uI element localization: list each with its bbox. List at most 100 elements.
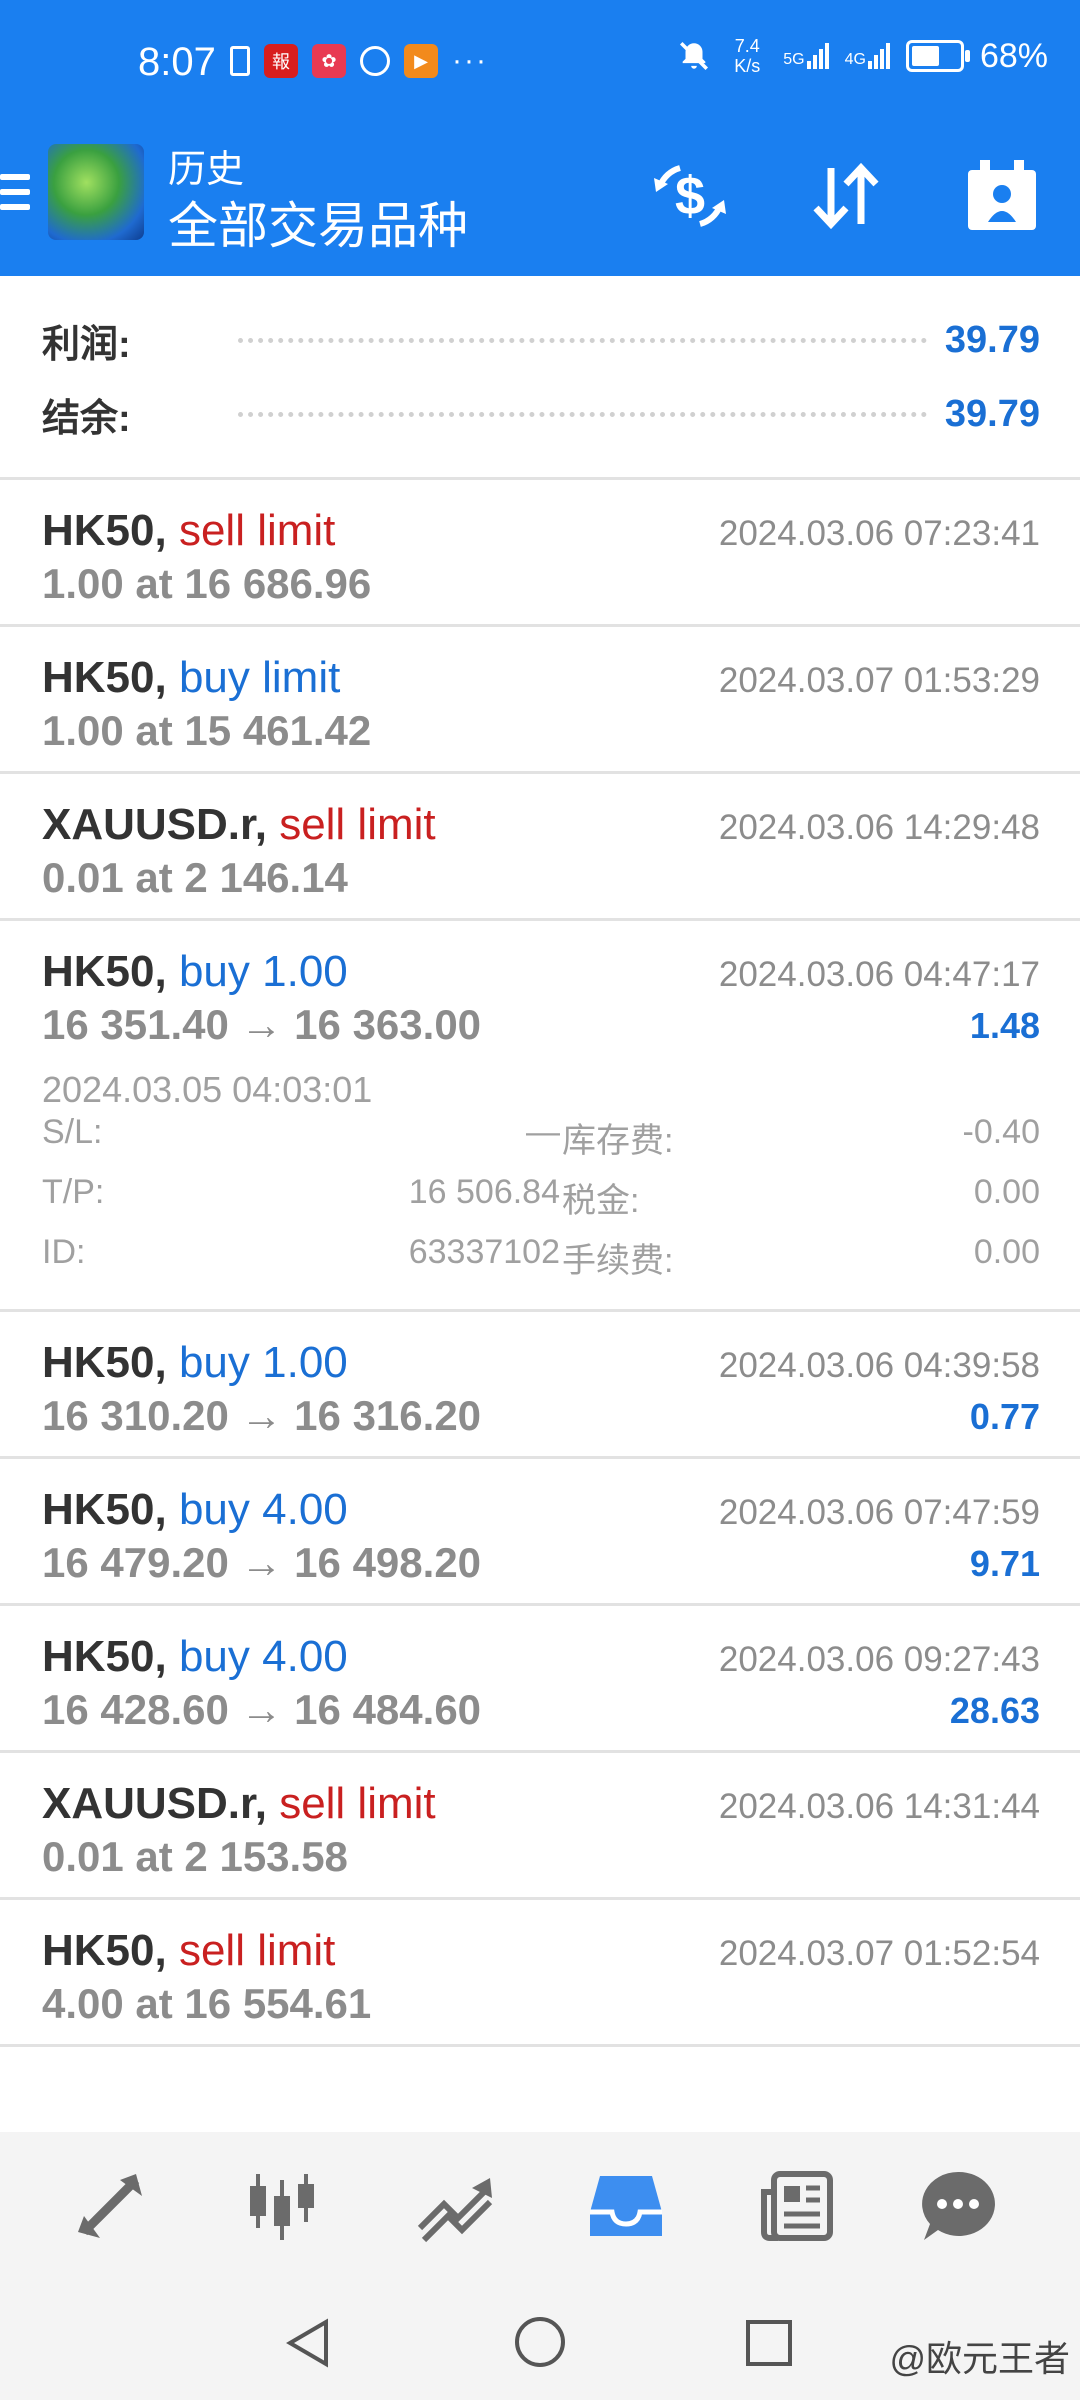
- order-title: HK50, buy 1.00: [42, 1338, 348, 1388]
- order-time: 2024.03.07 01:53:29: [718, 661, 1040, 700]
- order-type: buy 4.00: [178, 1632, 348, 1681]
- symbol: HK50,: [42, 1926, 167, 1975]
- home-icon[interactable]: [512, 2314, 568, 2370]
- bottom-navigation: [0, 2132, 1080, 2280]
- order-time: 2024.03.06 14:31:44: [718, 1787, 1040, 1826]
- watermark: @欧元王者: [889, 2338, 1070, 2379]
- symbol: HK50,: [42, 653, 167, 702]
- tax-label: 税金:: [562, 1182, 640, 1220]
- history-row[interactable]: HK50, buy 1.00 16 351.40 → 16 363.00 2024.…: [0, 921, 1080, 1312]
- history-row[interactable]: HK50, sell limit 4.00 at 16 554.61 2024.03…: [0, 1900, 1080, 2047]
- profit-row: 利润: 39.79: [42, 310, 1040, 370]
- order-detail: 1.00 at 15 461.42: [42, 707, 372, 754]
- swap-value: -0.40: [962, 1113, 1041, 1151]
- order-title: HK50, buy 1.00: [42, 947, 348, 997]
- history-icon[interactable]: [586, 2166, 666, 2246]
- symbol: HK50,: [42, 947, 167, 996]
- sort-icon[interactable]: [806, 156, 886, 236]
- header-area: 8:07 報 ✿ ▶ ··· 7.4 K/s 5G 4G 68% 历史 全部交易…: [0, 0, 1080, 276]
- trade-icon[interactable]: [414, 2166, 494, 2246]
- status-time: 8:07: [138, 40, 216, 84]
- signal-4g-icon: 4G: [845, 43, 890, 69]
- order-type: sell limit: [178, 1926, 336, 1975]
- symbol: HK50,: [42, 1338, 167, 1387]
- order-time: 2024.03.06 09:27:43: [718, 1640, 1040, 1679]
- quotes-icon[interactable]: [70, 2166, 150, 2246]
- order-title: HK50, buy 4.00: [42, 1632, 348, 1682]
- order-time: 2024.03.07 01:52:54: [718, 1934, 1040, 1973]
- sl-label: S/L:: [42, 1113, 103, 1151]
- history-row[interactable]: HK50, buy 1.00 16 310.20 → 16 316.20 2024.…: [0, 1312, 1080, 1459]
- open-time: 2024.03.05 04:03:01: [42, 1069, 373, 1110]
- history-row[interactable]: HK50, buy 4.00 16 428.60 → 16 484.60 2024.…: [0, 1606, 1080, 1753]
- order-type: buy limit: [178, 653, 341, 702]
- chat-icon[interactable]: [918, 2166, 998, 2246]
- app-icon: ✿: [312, 44, 346, 78]
- balance-label: 结余:: [42, 397, 131, 440]
- sim-icon: [230, 46, 250, 76]
- symbol: HK50,: [42, 506, 167, 555]
- history-row[interactable]: XAUUSD.r, sell limit 0.01 at 2 146.14 2024…: [0, 774, 1080, 921]
- dotted-leader: [238, 411, 927, 417]
- commission-value: 0.00: [973, 1233, 1040, 1271]
- symbol: XAUUSD.r,: [42, 800, 267, 849]
- more-notifications: ···: [452, 44, 488, 77]
- order-time: 2024.03.06 04:47:17: [718, 955, 1040, 994]
- profit-label: 利润:: [42, 323, 131, 366]
- page-title: 历史: [168, 149, 245, 191]
- back-icon[interactable]: [282, 2316, 336, 2370]
- history-row[interactable]: HK50, sell limit 1.00 at 16 686.96 2024.03…: [0, 480, 1080, 627]
- order-type: buy 4.00: [178, 1485, 348, 1534]
- battery-percent: 68%: [979, 36, 1048, 75]
- order-title: XAUUSD.r, sell limit: [42, 800, 436, 850]
- calendar-period-icon[interactable]: [962, 156, 1042, 236]
- id-label: ID:: [42, 1233, 86, 1271]
- order-type: buy 1.00: [178, 1338, 348, 1387]
- news-app-icon: 報: [264, 44, 298, 78]
- order-time: 2024.03.06 04:39:58: [718, 1346, 1040, 1385]
- order-title: XAUUSD.r, sell limit: [42, 1779, 436, 1829]
- notification-icons: 報 ✿ ▶ ···: [230, 44, 488, 78]
- summary-panel: 利润: 39.79 结余: 39.79: [0, 276, 1080, 478]
- tax-value: 0.00: [973, 1173, 1040, 1211]
- order-type: sell limit: [178, 506, 336, 555]
- recents-icon[interactable]: [744, 2318, 794, 2368]
- history-row[interactable]: XAUUSD.r, sell limit 0.01 at 2 153.58 2024…: [0, 1753, 1080, 1900]
- order-detail: 0.01 at 2 146.14: [42, 854, 348, 901]
- location-icon: [360, 46, 390, 76]
- news-icon[interactable]: [758, 2166, 838, 2246]
- chart-icon[interactable]: [242, 2166, 322, 2246]
- order-time: 2024.03.06 07:23:41: [718, 514, 1040, 553]
- order-time: 2024.03.06 14:29:48: [718, 808, 1040, 847]
- order-profit: 1.48: [969, 1005, 1040, 1046]
- symbol: XAUUSD.r,: [42, 1779, 267, 1828]
- tp-value: 16 506.84: [408, 1173, 560, 1211]
- status-bar: 8:07 報 ✿ ▶ ··· 7.4 K/s 5G 4G 68%: [0, 0, 1080, 130]
- app-bar: 历史 全部交易品种 $: [0, 130, 1080, 276]
- symbol: HK50,: [42, 1632, 167, 1681]
- battery-icon: [905, 40, 970, 72]
- network-speed: 7.4 K/s: [734, 36, 761, 76]
- order-detail: 16 428.60 → 16 484.60: [42, 1686, 482, 1733]
- order-detail: 16 479.20 → 16 498.20: [42, 1539, 482, 1586]
- order-type: buy 1.00: [178, 947, 348, 996]
- history-row[interactable]: HK50, buy limit 1.00 at 15 461.42 2024.03.…: [0, 627, 1080, 774]
- deposit-currency-icon[interactable]: $: [650, 156, 730, 236]
- system-navigation: @欧元王者: [0, 2280, 1080, 2400]
- metatrader-logo: [48, 144, 144, 240]
- commission-label: 手续费:: [562, 1242, 674, 1280]
- history-row[interactable]: HK50, buy 4.00 16 479.20 → 16 498.20 2024.…: [0, 1459, 1080, 1606]
- order-detail: 16 351.40 → 16 363.00: [42, 1001, 482, 1048]
- sl-value: —: [526, 1113, 560, 1151]
- order-title: HK50, buy limit: [42, 653, 340, 703]
- divider: [0, 2044, 1080, 2047]
- balance-value: 39.79: [944, 392, 1040, 435]
- order-title: HK50, buy 4.00: [42, 1485, 348, 1535]
- order-profit: 0.77: [969, 1396, 1040, 1437]
- symbol-filter[interactable]: 全部交易品种: [168, 186, 468, 258]
- tp-label: T/P:: [42, 1173, 105, 1211]
- svg-text:$: $: [675, 166, 705, 226]
- order-profit: 9.71: [969, 1543, 1040, 1584]
- order-time: 2024.03.06 07:47:59: [718, 1493, 1040, 1532]
- menu-button[interactable]: [0, 174, 30, 224]
